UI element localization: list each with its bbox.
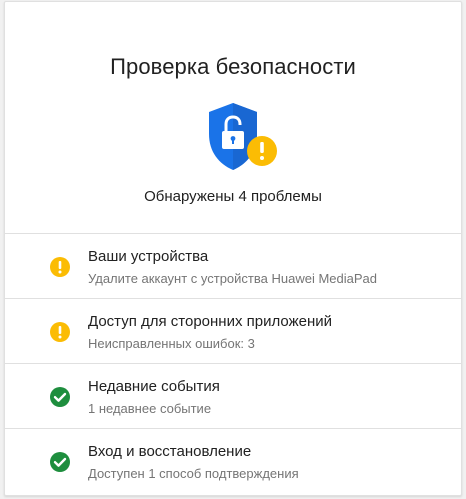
issues-summary: Обнаружены 4 проблемы xyxy=(144,188,322,205)
warning-icon xyxy=(50,257,70,277)
checkup-item-detail: 1 недавнее событие xyxy=(88,401,212,416)
checkup-item-signin-recovery[interactable]: Вход и восстановление Доступен 1 способ … xyxy=(5,428,461,493)
checkup-item-third-party-access[interactable]: Доступ для сторонних приложений Неисправ… xyxy=(5,298,461,363)
warning-icon xyxy=(50,322,70,342)
checkup-item-label: Ваши устройства xyxy=(88,248,209,265)
security-checkup-card: Проверка безопасности Обнаружены 4 пробл… xyxy=(4,1,462,496)
checkup-item-detail: Неисправленных ошибок: 3 xyxy=(88,336,255,351)
checkup-item-devices[interactable]: Ваши устройства Удалите аккаунт с устрой… xyxy=(5,233,461,298)
checkup-list: Ваши устройства Удалите аккаунт с устрой… xyxy=(5,233,461,493)
page-title: Проверка безопасности xyxy=(110,54,356,79)
checkup-item-label: Вход и восстановление xyxy=(88,443,252,460)
checkup-item-recent-events[interactable]: Недавние события 1 недавнее событие xyxy=(5,363,461,428)
checkup-item-label: Недавние события xyxy=(88,378,220,395)
checkup-item-detail: Доступен 1 способ подтверждения xyxy=(88,466,299,481)
shield-lock-warning-icon xyxy=(209,103,277,170)
check-icon xyxy=(50,452,70,472)
checkup-item-detail: Удалите аккаунт с устройства Huawei Medi… xyxy=(88,271,377,286)
checkup-item-label: Доступ для сторонних приложений xyxy=(88,313,332,330)
check-icon xyxy=(50,387,70,407)
